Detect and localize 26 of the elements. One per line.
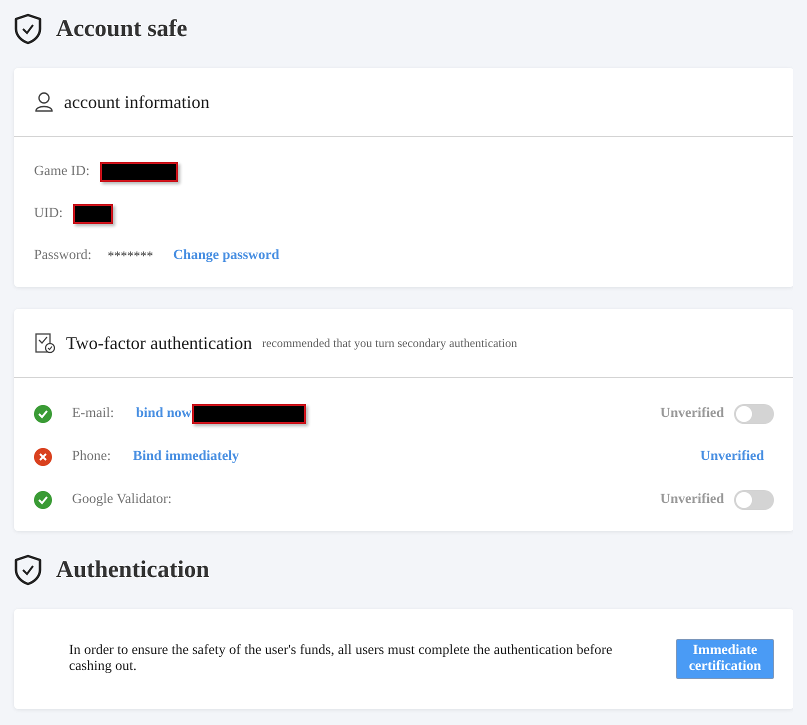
card-title: account information xyxy=(64,92,210,112)
method-label: Google Validator: xyxy=(72,492,172,508)
status-label: Unverified xyxy=(660,492,724,508)
method-label: E-mail: xyxy=(72,406,114,422)
user-icon xyxy=(34,91,54,113)
authentication-text: In order to ensure the safety of the user's funds, all users must complete the authentication before cashing out. xyxy=(69,643,614,675)
status-link[interactable]: Unverified xyxy=(700,448,764,464)
field-label: Password: xyxy=(34,248,92,264)
recommendation-note: recommended that you turn secondary authentication xyxy=(262,336,518,350)
clipboard-check-icon xyxy=(34,332,56,354)
toggle-switch[interactable] xyxy=(734,404,774,424)
toggle-switch[interactable] xyxy=(734,490,774,510)
password-value: ******* xyxy=(108,248,154,264)
method-label: Phone: xyxy=(72,448,111,464)
certification-button[interactable]: Immediate certification xyxy=(676,639,774,679)
card-title: Two-factor authentication xyxy=(66,332,252,354)
field-label: UID: xyxy=(34,206,63,222)
section-title: Account safe xyxy=(56,16,188,42)
change-password-link[interactable]: Change password xyxy=(173,248,280,264)
bind-link[interactable]: Bind immediately xyxy=(132,448,240,464)
field-label: Game ID: xyxy=(34,164,90,180)
shield-check-icon xyxy=(14,554,42,586)
shield-check-icon xyxy=(14,13,42,45)
section-title: Authentication xyxy=(56,556,210,584)
status-label: Unverified xyxy=(660,406,724,422)
bind-link[interactable]: bind now xyxy=(136,406,192,422)
